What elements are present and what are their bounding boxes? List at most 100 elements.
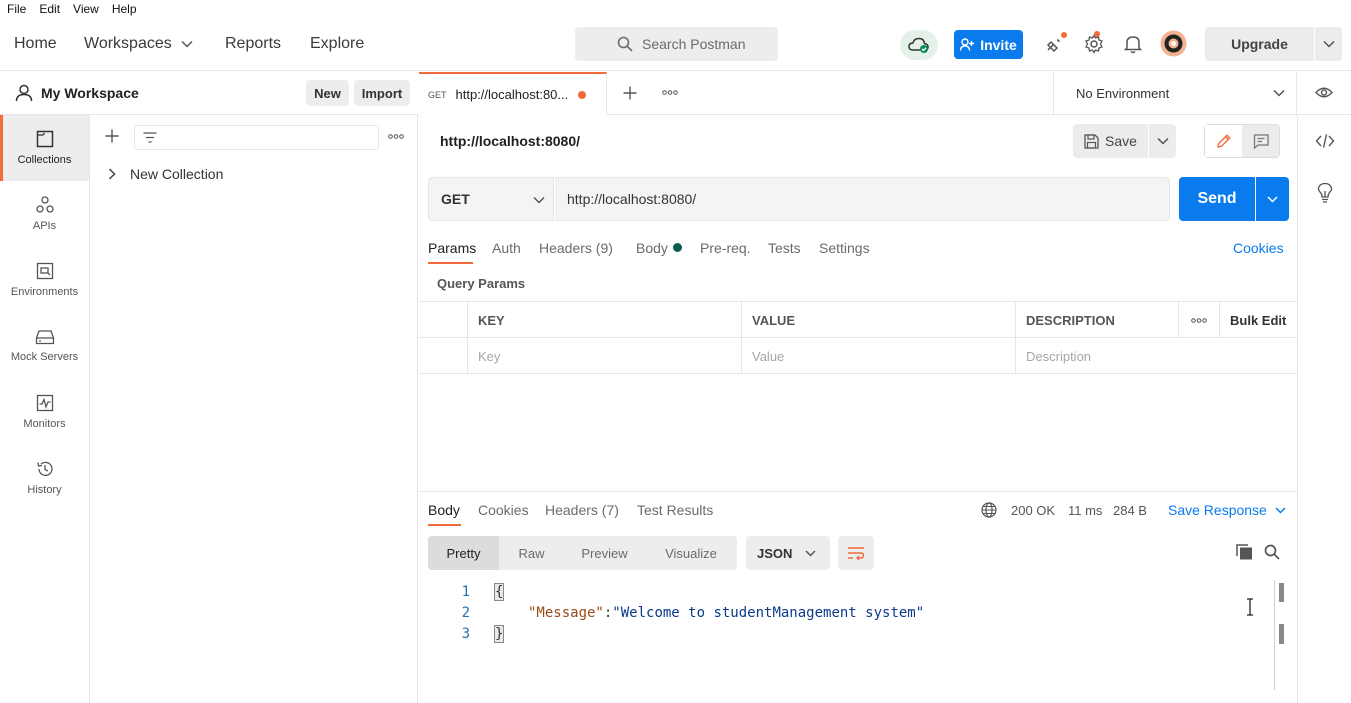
active-tab-indicator (428, 524, 461, 526)
tab-pre-request[interactable]: Pre-req. (700, 240, 751, 256)
code-line: 1 { (440, 581, 924, 602)
language-select[interactable]: JSON (746, 536, 830, 570)
method-label: GET (441, 191, 470, 207)
menu-file[interactable]: File (7, 2, 26, 16)
line-number: 2 (461, 604, 470, 621)
wrap-lines-button[interactable] (838, 536, 874, 570)
response-size[interactable]: 284 B (1113, 503, 1147, 518)
globe-icon[interactable] (981, 502, 997, 518)
language-label: JSON (757, 545, 793, 561)
import-button[interactable]: Import (354, 80, 410, 106)
environment-select[interactable]: No Environment (1053, 72, 1297, 115)
json-open-brace: { (494, 582, 505, 601)
collection-item[interactable]: New Collection (108, 166, 223, 182)
method-select[interactable]: GET (428, 177, 554, 221)
response-tab-body[interactable]: Body (428, 502, 460, 518)
status-code[interactable]: 200 OK (1011, 503, 1055, 518)
json-key: "Message" (528, 604, 604, 621)
menu-edit[interactable]: Edit (39, 2, 60, 16)
add-icon[interactable] (105, 129, 119, 143)
response-body-code[interactable]: 1 { 2 "Message" : "Welcome to studentMan… (440, 581, 924, 644)
send-dropdown-button[interactable] (1256, 177, 1289, 221)
column-description: DESCRIPTION (1015, 302, 1178, 338)
save-button[interactable]: Save (1073, 124, 1148, 158)
notifications-bell-icon[interactable] (1124, 34, 1142, 54)
tab-settings[interactable]: Settings (819, 240, 870, 256)
response-time[interactable]: 11 ms (1068, 503, 1102, 518)
format-visualize[interactable]: Visualize (645, 536, 737, 570)
url-input[interactable]: http://localhost:8080/ (555, 177, 1170, 221)
environment-label: No Environment (1076, 86, 1170, 101)
response-tab-test-results[interactable]: Test Results (637, 502, 713, 518)
table-options-button[interactable] (1178, 302, 1219, 338)
sidebar-item-collections[interactable]: Collections (0, 115, 89, 181)
json-value: "Welcome to studentManagement system" (612, 604, 925, 621)
nav-home[interactable]: Home (14, 17, 57, 71)
cookies-link[interactable]: Cookies (1233, 240, 1284, 256)
sidebar-item-apis[interactable]: APIs (0, 181, 89, 247)
satellite-icon[interactable] (1045, 32, 1067, 54)
tab-method: GET (428, 89, 447, 100)
description-input[interactable]: Description (1015, 338, 1297, 374)
lightbulb-icon[interactable] (1317, 183, 1333, 203)
sidebar-item-history[interactable]: History (0, 445, 89, 511)
nav-reports[interactable]: Reports (225, 17, 281, 71)
format-preview[interactable]: Preview (564, 536, 645, 570)
upgrade-button[interactable]: Upgrade (1205, 27, 1314, 61)
chevron-down-icon (1267, 195, 1278, 203)
bulk-edit-button[interactable]: Bulk Edit (1219, 302, 1297, 338)
request-tab[interactable]: GET http://localhost:80... (419, 72, 607, 115)
search-input[interactable]: Search Postman (575, 27, 778, 61)
table-row: Key Value Description (419, 338, 1297, 374)
avatar[interactable] (1160, 30, 1187, 57)
tab-url: http://localhost:80... (455, 87, 569, 102)
tab-params[interactable]: Params (428, 240, 476, 256)
code-icon[interactable] (1315, 133, 1335, 149)
settings-icon[interactable] (1084, 31, 1104, 54)
invite-button[interactable]: Invite (954, 30, 1023, 59)
unsaved-dot (578, 90, 587, 99)
format-pretty[interactable]: Pretty (428, 536, 499, 570)
search-icon[interactable] (1264, 544, 1280, 560)
comments-button[interactable] (1242, 125, 1279, 157)
value-input[interactable]: Value (741, 338, 1015, 374)
nav-workspaces[interactable]: Workspaces (84, 17, 193, 71)
tab-headers[interactable]: Headers (9) (539, 240, 613, 256)
response-tab-cookies[interactable]: Cookies (478, 502, 529, 518)
save-response-button[interactable]: Save Response (1168, 502, 1286, 518)
json-close-brace: } (494, 624, 505, 643)
user-icon (15, 84, 33, 102)
send-button[interactable]: Send (1179, 177, 1255, 221)
more-options-icon[interactable] (388, 134, 404, 139)
tab-auth[interactable]: Auth (492, 240, 521, 256)
new-button[interactable]: New (306, 80, 349, 106)
response-tab-headers[interactable]: Headers (7) (545, 502, 619, 518)
key-input[interactable]: Key (467, 338, 741, 374)
response-divider[interactable] (419, 491, 1297, 492)
scrollbar-thumb[interactable] (1279, 624, 1284, 644)
copy-icon[interactable] (1236, 544, 1253, 560)
chevron-down-icon (533, 196, 545, 204)
sidebar-item-label: APIs (32, 220, 57, 232)
scrollbar-marker[interactable] (1279, 583, 1284, 602)
tab-options-icon[interactable] (662, 90, 678, 95)
save-dropdown-button[interactable] (1149, 124, 1176, 158)
sidebar-item-mock-servers[interactable]: Mock Servers (0, 313, 89, 379)
sidebar-item-environments[interactable]: Environments (0, 247, 89, 313)
new-tab-icon[interactable] (623, 86, 637, 100)
tab-body[interactable]: Body (636, 240, 668, 256)
format-raw[interactable]: Raw (499, 536, 564, 570)
upgrade-dropdown-button[interactable] (1315, 27, 1342, 61)
mock-servers-icon (35, 330, 54, 345)
sidebar-item-label: History (27, 484, 62, 496)
edit-mode-button[interactable] (1205, 125, 1242, 157)
collection-filter-input[interactable] (134, 125, 379, 150)
sidebar-item-monitors[interactable]: Monitors (0, 379, 89, 445)
menu-help[interactable]: Help (112, 2, 137, 16)
cloud-sync-button[interactable] (900, 30, 938, 60)
nav-explore[interactable]: Explore (310, 17, 364, 71)
environment-quick-look-icon[interactable] (1315, 86, 1333, 99)
menu-view[interactable]: View (73, 2, 99, 16)
tab-tests[interactable]: Tests (768, 240, 801, 256)
history-icon (36, 461, 53, 477)
